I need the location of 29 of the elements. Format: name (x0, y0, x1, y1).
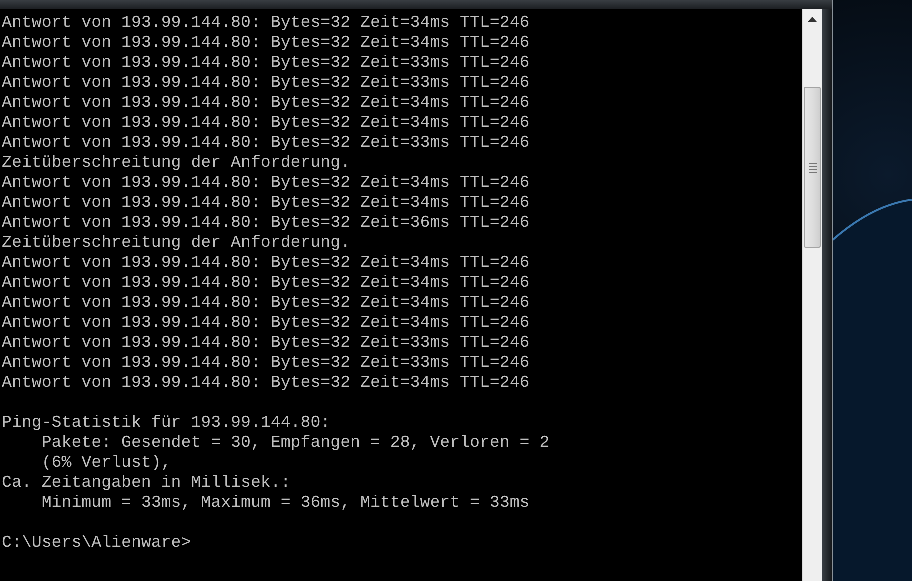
console-line: Antwort von 193.99.144.80: Bytes=32 Zeit=33ms TTL=246 (2, 353, 531, 373)
console-line: (6% Verlust), (40, 453, 172, 473)
console-line: C:\Users\Alienware> (2, 533, 192, 553)
console-line: Antwort von 193.99.144.80: Bytes=32 Zeit=34ms TTL=246 (2, 253, 531, 273)
grip-icon (808, 162, 817, 172)
console-line: Ca. Zeitangaben in Millisek.: (2, 473, 292, 493)
console-line: Antwort von 193.99.144.80: Bytes=32 Zeit=34ms TTL=246 (2, 273, 531, 293)
console-line: Antwort von 193.99.144.80: Bytes=32 Zeit=34ms TTL=246 (2, 93, 531, 113)
console-line: Antwort von 193.99.144.80: Bytes=32 Zeit=34ms TTL=246 (2, 33, 531, 53)
console-line: Antwort von 193.99.144.80: Bytes=32 Zeit=33ms TTL=246 (2, 133, 531, 153)
console-line: Antwort von 193.99.144.80: Bytes=32 Zeit=34ms TTL=246 (2, 193, 531, 213)
console-line: Antwort von 193.99.144.80: Bytes=32 Zeit=34ms TTL=246 (2, 113, 531, 133)
console-line: Ping-Statistik für 193.99.144.80: (2, 413, 332, 433)
console-line: Antwort von 193.99.144.80: Bytes=32 Zeit=33ms TTL=246 (2, 333, 531, 353)
scroll-thumb[interactable] (804, 87, 822, 248)
up-arrow-icon (808, 16, 818, 22)
console-line: Antwort von 193.99.144.80: Bytes=32 Zeit=34ms TTL=246 (2, 373, 531, 393)
console-line: Antwort von 193.99.144.80: Bytes=32 Zeit=34ms TTL=246 (2, 293, 531, 313)
console-line: Minimum = 33ms, Maximum = 36ms, Mittelwert = 33ms (40, 493, 531, 513)
console-line: Zeitüberschreitung der Anforderung. (2, 233, 352, 253)
console-line: Antwort von 193.99.144.80: Bytes=32 Zeit=33ms TTL=246 (2, 73, 531, 93)
vertical-scrollbar[interactable] (802, 9, 822, 581)
console-line: Antwort von 193.99.144.80: Bytes=32 Zeit=36ms TTL=246 (2, 213, 531, 233)
console-line: Antwort von 193.99.144.80: Bytes=32 Zeit=34ms TTL=246 (2, 313, 531, 333)
console-line: Pakete: Gesendet = 30, Empfangen = 28, Verloren = 2 (40, 433, 551, 453)
console-line: Antwort von 193.99.144.80: Bytes=32 Zeit=34ms TTL=246 (2, 13, 531, 33)
console-line: Antwort von 193.99.144.80: Bytes=32 Zeit=33ms TTL=246 (2, 53, 531, 73)
console-line: Zeitüberschreitung der Anforderung. (2, 153, 352, 173)
console-line: Antwort von 193.99.144.80: Bytes=32 Zeit=34ms TTL=246 (2, 173, 531, 193)
